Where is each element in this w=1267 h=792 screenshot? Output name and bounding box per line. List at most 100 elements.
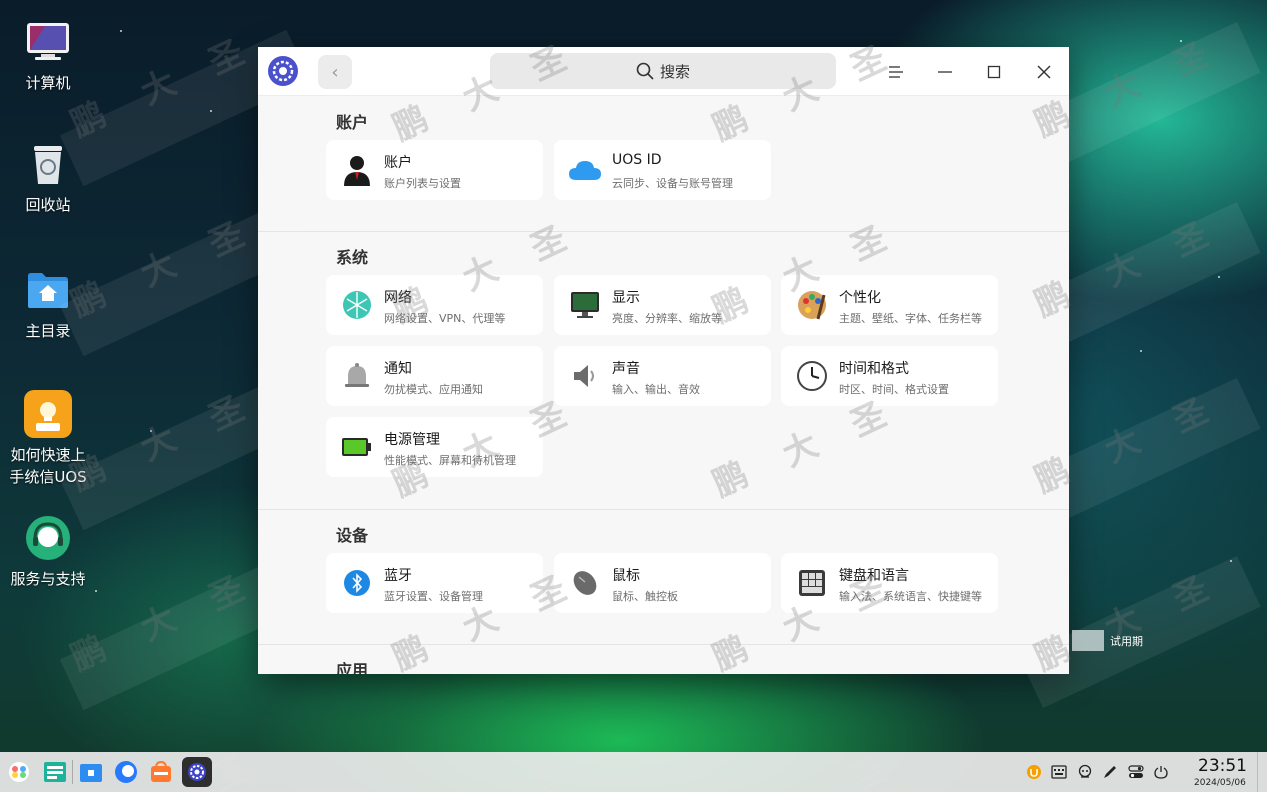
file-manager-icon <box>80 764 102 782</box>
control-center-icon <box>188 763 206 781</box>
mouse-icon <box>568 566 602 600</box>
section-title-account: 账户 <box>336 113 369 132</box>
minimize-icon <box>938 71 952 73</box>
card-mouse[interactable]: 鼠标 鼠标、触控板 <box>554 553 771 613</box>
back-button[interactable]: ‹ <box>318 55 352 89</box>
menu-icon <box>889 66 903 78</box>
watermark-char: 大 <box>134 418 183 469</box>
section-title-apps: 应用 <box>336 661 369 674</box>
desktop-icon-label: 主目录 <box>25 322 71 340</box>
card-subtitle: 账户列表与设置 <box>384 177 461 190</box>
card-title: 账户 <box>384 155 412 171</box>
close-icon <box>1037 65 1051 79</box>
pen-tray-icon[interactable] <box>1100 762 1120 782</box>
card-bluetooth[interactable]: 蓝牙 蓝牙设置、设备管理 <box>326 553 543 613</box>
desktop-icon-label: 如何快速上 手统信UOS <box>9 446 87 486</box>
settings-content: 账户 账户 账户列表与设置 UOS ID 云同步、设备与账号管理 系统 网络 网… <box>258 97 1069 674</box>
card-subtitle: 蓝牙设置、设备管理 <box>384 590 483 603</box>
control-toggle-tray-icon[interactable] <box>1126 762 1146 782</box>
launcher-button[interactable] <box>4 757 34 787</box>
settings-window: ‹ 搜索 账户 账户 账户列表与设置 UOS ID 云同步、设备与账号管理 系统… <box>258 47 1069 674</box>
maximize-icon <box>987 65 1001 79</box>
card-title: 通知 <box>384 361 412 377</box>
control-center-taskbar-button[interactable] <box>182 757 212 787</box>
section-divider <box>258 644 1069 645</box>
multitask-icon <box>44 762 66 782</box>
watermark-char: 鹏 <box>64 94 113 145</box>
desktop-icon-uos-guide[interactable]: 如何快速上 手统信UOS <box>0 390 96 488</box>
file-manager-button[interactable] <box>76 757 106 787</box>
watermark-char: 圣 <box>202 32 251 83</box>
trial-label: 试用期 <box>1110 634 1143 648</box>
card-title: 个性化 <box>839 290 881 306</box>
close-button[interactable] <box>1029 57 1059 87</box>
card-subtitle: 亮度、分辨率、缩放等 <box>612 312 722 325</box>
card-title: 电源管理 <box>384 432 440 448</box>
desktop-icon-label: 计算机 <box>25 74 71 92</box>
watermark-char: 圣 <box>1166 390 1215 441</box>
card-subtitle: 主题、壁纸、字体、任务栏等 <box>839 312 982 325</box>
card-sound[interactable]: 声音 输入、输出、音效 <box>554 346 771 406</box>
watermark-char: 大 <box>1098 244 1147 295</box>
clock-time[interactable]: 23:51 <box>1198 756 1247 776</box>
card-network[interactable]: 网络 网络设置、VPN、代理等 <box>326 275 543 335</box>
watermark-char: 圣 <box>1166 214 1215 265</box>
section-divider <box>258 509 1069 510</box>
search-input[interactable]: 搜索 <box>490 53 836 89</box>
desktop-icon-home[interactable]: 主目录 <box>0 266 96 342</box>
trial-badge: 试用期 <box>1072 630 1143 651</box>
minimize-button[interactable] <box>930 57 960 87</box>
bluetooth-icon <box>340 566 374 600</box>
watermark-char: 大 <box>134 62 183 113</box>
card-notification[interactable]: 通知 勿扰模式、应用通知 <box>326 346 543 406</box>
desktop-icon-computer[interactable]: 计算机 <box>0 18 96 94</box>
search-placeholder: 搜索 <box>659 62 690 81</box>
menu-button[interactable] <box>881 57 911 87</box>
card-subtitle: 鼠标、触控板 <box>612 590 678 603</box>
app-store-button[interactable] <box>146 757 176 787</box>
section-divider <box>258 231 1069 232</box>
activation-tray-icon[interactable] <box>1024 762 1044 782</box>
clock-date[interactable]: 2024/05/06 <box>1194 778 1246 788</box>
card-personalization[interactable]: 个性化 主题、壁纸、字体、任务栏等 <box>781 275 998 335</box>
card-display[interactable]: 显示 亮度、分辨率、缩放等 <box>554 275 771 335</box>
trash-icon <box>24 140 72 188</box>
taskbar-separator <box>72 760 73 784</box>
desktop-icon-label: 服务与支持 <box>10 570 86 588</box>
card-account[interactable]: 账户 账户列表与设置 <box>326 140 543 200</box>
titlebar: ‹ 搜索 <box>258 47 1069 96</box>
card-time-format[interactable]: 时间和格式 时区、时间、格式设置 <box>781 346 998 406</box>
watermark-char: 鹏 <box>64 628 113 679</box>
show-desktop-edge[interactable] <box>1257 752 1258 792</box>
card-power[interactable]: 电源管理 性能模式、屏幕和待机管理 <box>326 417 543 477</box>
computer-icon <box>24 18 72 66</box>
speaker-icon <box>568 359 602 393</box>
section-title-system: 系统 <box>336 248 369 267</box>
control-center-logo-icon <box>268 56 298 86</box>
card-title: 鼠标 <box>612 568 640 584</box>
watermark-char: 圣 <box>202 388 251 439</box>
desktop-icon-support[interactable]: 服务与支持 <box>0 514 96 590</box>
input-method-tray-icon[interactable] <box>1049 762 1069 782</box>
battery-icon <box>340 430 374 464</box>
app-store-icon <box>151 760 171 782</box>
power-tray-icon[interactable] <box>1151 762 1171 782</box>
assistant-tray-icon[interactable] <box>1075 762 1095 782</box>
multitask-view-button[interactable] <box>40 757 70 787</box>
watermark-char: 大 <box>1098 64 1147 115</box>
watermark-char: 大 <box>134 244 183 295</box>
personalization-icon <box>795 288 829 322</box>
maximize-button[interactable] <box>979 57 1009 87</box>
desktop-icon-trash[interactable]: 回收站 <box>0 140 96 216</box>
card-title: 键盘和语言 <box>839 568 909 584</box>
card-title: 显示 <box>612 290 640 306</box>
home-folder-icon <box>24 266 72 314</box>
watermark-char: 大 <box>1098 420 1147 471</box>
watermark-char: 圣 <box>202 214 251 265</box>
card-title: 网络 <box>384 290 412 306</box>
card-uos-id[interactable]: UOS ID 云同步、设备与账号管理 <box>554 140 771 200</box>
browser-button[interactable] <box>111 757 141 787</box>
card-subtitle: 云同步、设备与账号管理 <box>612 177 733 190</box>
card-keyboard-language[interactable]: 键盘和语言 输入法、系统语言、快捷键等 <box>781 553 998 613</box>
display-icon <box>568 288 602 322</box>
